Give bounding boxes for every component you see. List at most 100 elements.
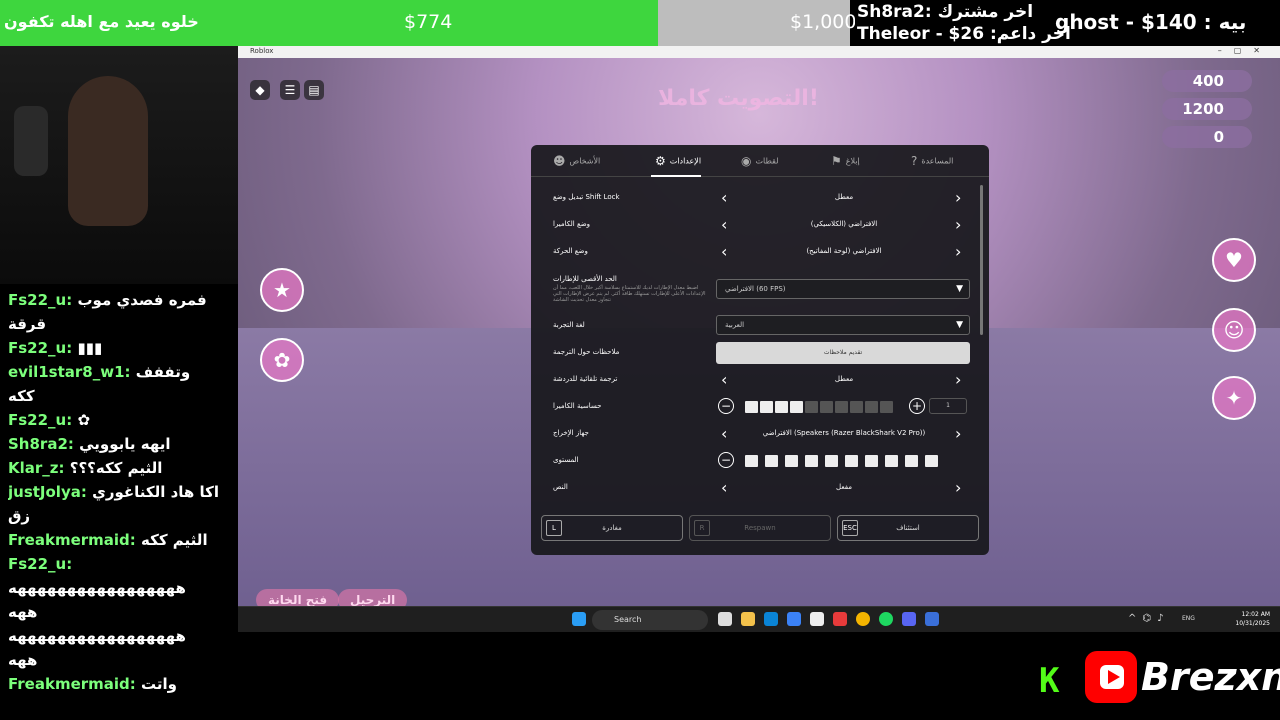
stat-items: 0 [1162, 126, 1252, 148]
file-explorer-icon[interactable] [741, 612, 755, 626]
chevron-right-icon[interactable]: › [955, 479, 961, 497]
chevron-right-icon[interactable]: › [955, 371, 961, 389]
slider-segment[interactable] [820, 401, 833, 413]
chat-username[interactable]: Fs22_u: [8, 339, 72, 357]
avatar-icon[interactable]: ☺ [1212, 308, 1256, 352]
translation-feedback-row: ملاحظات حول الترجمة تقديم ملاحظات [553, 342, 973, 366]
slider-segment[interactable] [845, 455, 858, 467]
slider-segment[interactable] [905, 455, 918, 467]
tab-flag[interactable]: ⚑ إبلاغ [827, 145, 860, 177]
chat-username[interactable]: evil1star8_w1: [8, 363, 131, 381]
slider-segment[interactable] [805, 401, 818, 413]
tab-gear[interactable]: ⚙ الإعدادات [651, 145, 702, 177]
camera-sensitivity-value[interactable]: 1 [929, 398, 967, 414]
chevron-left-icon[interactable]: ‹ [721, 216, 727, 234]
language-dropdown[interactable]: العربية ▼ [716, 315, 970, 335]
respawn-button[interactable]: R Respawn [689, 515, 831, 541]
minus-icon[interactable]: − [718, 452, 734, 468]
window-controls[interactable]: –▢✕ [1218, 46, 1272, 55]
slider-segment[interactable] [785, 455, 798, 467]
slider-segment[interactable] [775, 401, 788, 413]
slider-segment[interactable] [865, 401, 878, 413]
chat-username[interactable]: Fs22_u: [8, 555, 72, 573]
dance-icon[interactable]: ✦ [1212, 376, 1256, 420]
slider-segment[interactable] [885, 455, 898, 467]
slider-segment[interactable] [745, 401, 758, 413]
wardrobe-icon[interactable]: ✿ [260, 338, 304, 382]
chat-username[interactable]: Klar_z: [8, 459, 65, 477]
max-fps-row: الحد الأقصى للإطارات اضبط معدل الإطارات … [553, 269, 973, 309]
volume-slider[interactable] [745, 455, 945, 467]
slider-segment[interactable] [760, 401, 773, 413]
system-tray[interactable]: ^⌬♪ [1128, 613, 1170, 624]
chevron-left-icon[interactable]: ‹ [721, 479, 727, 497]
slider-segment[interactable] [825, 455, 838, 467]
chat-username[interactable]: Fs22_u: [8, 291, 72, 309]
slider-segment[interactable] [765, 455, 778, 467]
roblox-taskbar-icon[interactable] [925, 612, 939, 626]
chevron-right-icon[interactable]: › [955, 216, 961, 234]
taskbar-search[interactable]: Search [592, 610, 708, 630]
shop-icon[interactable]: ♥ [1212, 238, 1256, 282]
slider-segment[interactable] [850, 401, 863, 413]
language-label: لغة التجربة [553, 321, 585, 329]
capcut-icon[interactable] [810, 612, 824, 626]
caret-down-icon: ▼ [956, 284, 963, 294]
roblox-logo-button[interactable]: ◆ [250, 80, 270, 100]
chat-message: قرقة [8, 312, 224, 336]
movement-mode-row: وضع الحركة ‹ الافتراضي (لوحة المفاتيح) › [553, 241, 973, 265]
slider-segment[interactable] [925, 455, 938, 467]
chat-username[interactable]: Fs22_u: [8, 411, 72, 429]
latest-donor: Theleor - $26 :اخر داعم [857, 24, 1071, 44]
chat-icon[interactable]: ▤ [304, 80, 324, 100]
pass-icon[interactable]: ★ [260, 268, 304, 312]
slider-segment[interactable] [835, 401, 848, 413]
window-title: Roblox [250, 47, 274, 55]
camera-mode-value: الافتراضي (الكلاسيكي) [810, 220, 878, 228]
chat-username[interactable]: Freakmermaid: [8, 675, 136, 693]
tab-people[interactable]: ☻ الأشخاص [549, 145, 600, 177]
tab-help[interactable]: ? المساعدة [907, 145, 953, 177]
chat-username[interactable]: justJolya: [8, 483, 87, 501]
slider-segment[interactable] [865, 455, 878, 467]
windows-taskbar: Search ^⌬♪ ENG 12:02 AM 10/31/2025 [238, 606, 1280, 632]
plus-icon[interactable]: + [909, 398, 925, 414]
start-icon[interactable] [572, 612, 586, 626]
obs-icon[interactable] [833, 612, 847, 626]
leave-button[interactable]: L مغادرة [541, 515, 683, 541]
store-icon[interactable] [764, 612, 778, 626]
discord-icon[interactable] [902, 612, 916, 626]
tab-camera[interactable]: ◉ لقطات [737, 145, 779, 177]
chevron-left-icon[interactable]: ‹ [721, 189, 727, 207]
settings-scrollbar[interactable] [980, 185, 983, 335]
slider-segment[interactable] [790, 401, 803, 413]
chat-text: الثيم ككه [141, 531, 208, 549]
slider-segment[interactable] [745, 455, 758, 467]
chrome-icon[interactable] [856, 612, 870, 626]
chat-username[interactable]: Freakmermaid: [8, 531, 136, 549]
task-view-icon[interactable] [718, 612, 732, 626]
chevron-left-icon[interactable]: ‹ [721, 425, 727, 443]
taskbar-clock[interactable]: 12:02 AM 10/31/2025 [1235, 610, 1270, 628]
language-indicator[interactable]: ENG [1182, 615, 1195, 622]
minus-icon[interactable]: − [718, 398, 734, 414]
stream-alerts: Sh8ra2: اخر مشترك Theleor - $26 :اخر داع… [855, 0, 1280, 46]
mail-icon[interactable] [787, 612, 801, 626]
resume-button[interactable]: ESC استئناف [837, 515, 979, 541]
camera-sensitivity-slider[interactable] [745, 401, 900, 413]
chevron-left-icon[interactable]: ‹ [721, 243, 727, 261]
chevron-left-icon[interactable]: ‹ [721, 371, 727, 389]
chevron-right-icon[interactable]: › [955, 425, 961, 443]
max-fps-dropdown[interactable]: الافتراضي (60 FPS) ▼ [716, 279, 970, 299]
spotify-icon[interactable] [879, 612, 893, 626]
slider-segment[interactable] [805, 455, 818, 467]
chat-message: هههههههههههههههههه [8, 624, 224, 648]
chat-text: وتففف [135, 363, 191, 381]
chat-username[interactable]: Sh8ra2: [8, 435, 74, 453]
submit-feedback-button[interactable]: تقديم ملاحظات [716, 342, 970, 364]
chevron-right-icon[interactable]: › [955, 189, 961, 207]
chevron-right-icon[interactable]: › [955, 243, 961, 261]
chat-text: اكا هاد الكناغوري [92, 483, 220, 501]
menu-icon[interactable]: ☰ [280, 80, 300, 100]
slider-segment[interactable] [880, 401, 893, 413]
